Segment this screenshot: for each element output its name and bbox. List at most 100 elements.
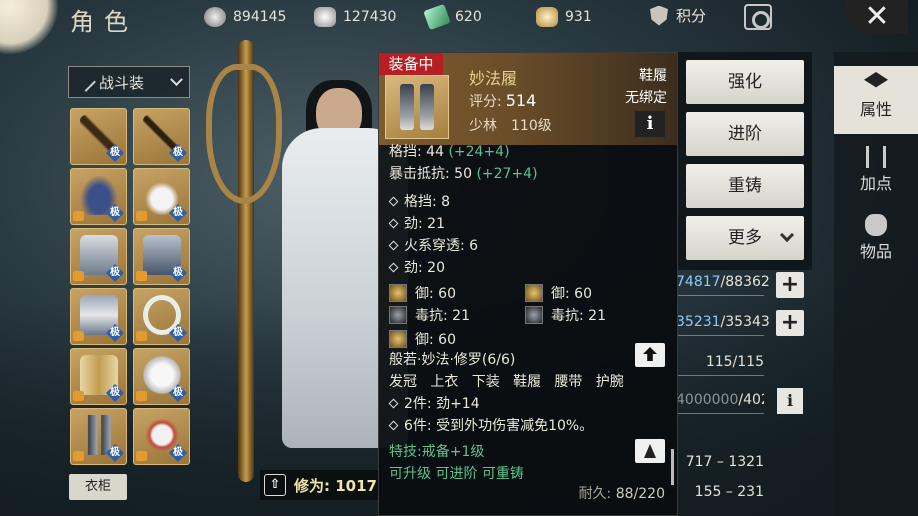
gold-ingot-icon [536,7,558,27]
close-button[interactable]: ✕ [846,0,908,34]
diamond-icon [388,196,399,207]
equip-slot-pants[interactable]: 极 [70,348,127,405]
bag-icon [865,214,887,236]
equip-slot-weapon-main[interactable]: 极 [70,108,127,165]
cultivation-bar[interactable]: ⇧ 修为: 1017 [260,470,380,500]
set-parts: 发冠 上衣 下装 鞋履 腰带 护腕 [389,374,624,390]
mp-plus-button[interactable]: + [776,310,804,336]
reforge-button[interactable]: 重铸 [686,164,804,208]
gem-icon [389,330,407,348]
lock-icon [136,451,147,461]
sword-icon [76,72,96,92]
currency-jade: 620 [423,3,482,31]
exp-stat: 4000000/4020000 [676,392,764,414]
currency-value: 620 [455,9,482,25]
diamond-icon [388,262,399,273]
more-button[interactable]: 更多 [686,216,804,260]
equip-slot-ring[interactable]: 极 [133,288,190,345]
tab-label: 加点 [859,174,892,193]
lock-icon [73,451,84,461]
lock-icon [136,391,147,401]
currency-gold: 931 [536,6,592,28]
gem-slot: 毒抗: 21 [525,305,606,325]
item-tooltip: 装备中 妙法履 评分: 514 少林 110级 鞋履 无绑定 i 格挡: 44 (+… [378,52,678,516]
staff-ornament [206,64,282,204]
diamond-icon [388,218,399,229]
extra-stat: 劲: 21 [388,213,445,233]
set-name: 般若·妙法·修罗(6/6) [389,352,516,368]
boots-item-icon [385,75,449,139]
gem-icon [389,284,407,302]
set-icon[interactable] [635,343,665,367]
extra-stat: 劲: 20 [388,257,445,277]
arrow-up-icon: ⇧ [264,474,286,496]
diamond-icon [388,398,399,409]
points-button[interactable]: 积分 [650,5,706,26]
top-bar: 角色 894145 127430 620 931 积分 ✕ [0,0,918,36]
shield-icon [650,5,668,26]
lock-icon [136,331,147,341]
actions-hint: 可升级 可进阶 可重铸 [389,466,524,482]
tooltip-header: 装备中 妙法履 评分: 514 少林 110级 鞋履 无绑定 i [379,53,677,145]
exp-info-button[interactable]: i [777,388,803,414]
settings-gear-icon[interactable] [744,4,772,30]
tab-label: 属性 [859,100,892,119]
item-rating: 评分: 514 [469,91,537,110]
lock-icon [136,211,147,221]
gem-slot: 毒抗: 21 [389,305,470,325]
tab-points[interactable]: 加点 [834,140,918,208]
diamond-icon [388,420,399,431]
outfit-dropdown[interactable]: 战斗装 [68,66,190,98]
bind-status: 无绑定 [625,90,667,106]
stats-panel: 74817/88362 35231/35343 115/115 4000000/… [676,268,826,516]
slider-icon [866,146,886,168]
cultivation-label: 修为: 1017 [294,476,377,495]
advance-button[interactable]: 进阶 [686,112,804,156]
item-info-button[interactable]: i [635,111,665,137]
equip-slot-hat[interactable]: 极 [70,168,127,225]
item-school: 少林 110级 [469,118,552,134]
equip-slot-accessory[interactable]: 极 [133,408,190,465]
equip-slot-bracer[interactable]: 极 [133,228,190,285]
coin-icon [204,7,226,27]
tooltip-scrollbar[interactable] [671,449,674,485]
gem-icon [525,284,543,302]
lock-icon [136,271,147,281]
skill-icon[interactable] [635,439,665,463]
equip-slot-top[interactable]: 极 [70,228,127,285]
silver-ingot-icon [314,7,336,27]
set-bonus: 6件: 受到外功伤害减免10%。 [388,415,593,435]
lock-icon [73,331,84,341]
jade-icon [423,3,451,31]
equip-slot-shoes[interactable]: 极 [70,408,127,465]
tab-label: 物品 [859,242,892,261]
points-label: 积分 [676,7,707,25]
tab-items[interactable]: 物品 [834,208,918,276]
lock-icon [73,211,84,221]
equip-slot-amulet[interactable]: 极 [133,168,190,225]
enhance-button[interactable]: 强化 [686,60,804,104]
side-tabs: 属性 加点 物品 [834,52,918,516]
hp-plus-button[interactable]: + [776,272,804,298]
gem-slot: 御: 60 [525,283,592,303]
currency-value: 127430 [343,9,397,25]
hp-stat: 74817/88362 [676,274,770,296]
equip-slot-weapon-off[interactable]: 极 [133,108,190,165]
chevron-down-icon [170,72,183,86]
page-title: 角色 [70,8,138,36]
durability: 耐久: 88/220 [578,486,665,502]
wardrobe-button[interactable]: 衣柜 [69,474,127,500]
gem-icon [389,306,407,324]
gem-slot: 御: 60 [389,329,456,349]
mp-stat: 35231/35343 [676,314,770,336]
extra-stat: 火系穿透: 6 [388,235,478,255]
lock-icon [73,271,84,281]
extra-stat: 格挡: 8 [388,191,450,211]
tab-attributes[interactable]: 属性 [834,66,918,134]
equip-slot-belt[interactable]: 极 [70,288,127,345]
energy-stat: 115/115 [676,354,764,376]
currency-value: 931 [565,9,592,25]
equip-slot-jade[interactable]: 极 [133,348,190,405]
defense-stat: 155 – 231 [694,484,764,500]
lock-icon [73,391,84,401]
